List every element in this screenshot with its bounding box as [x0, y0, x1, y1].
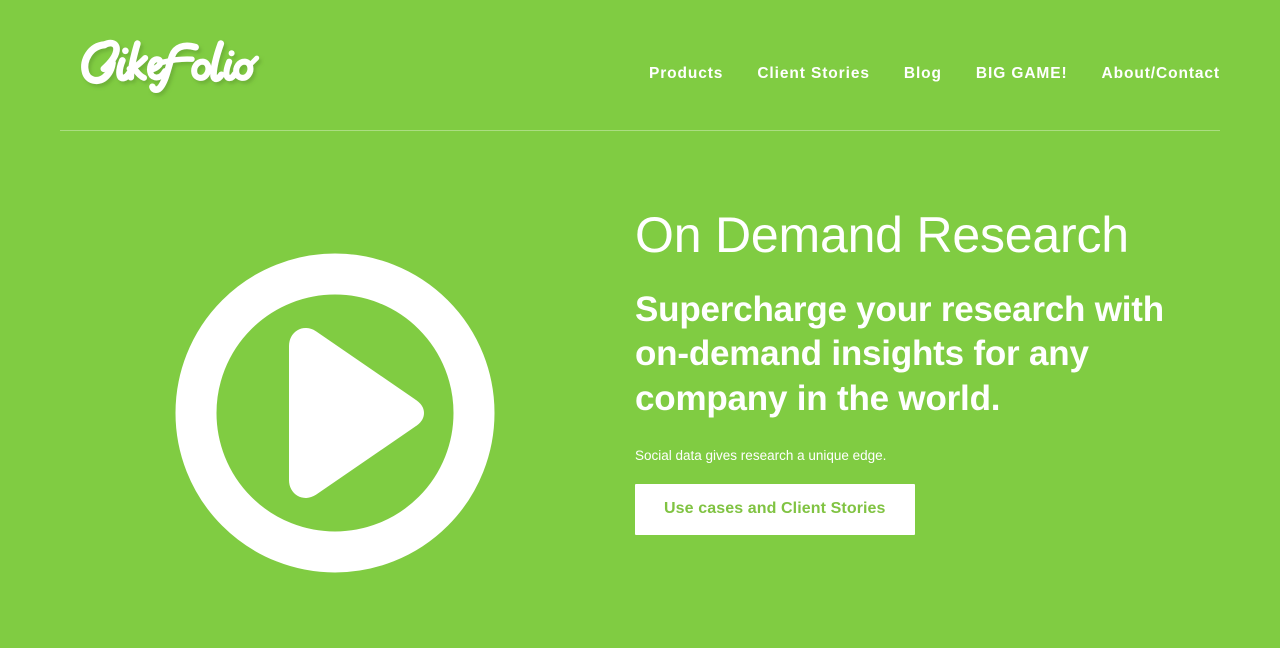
nav-item-about-contact[interactable]: About/Contact — [1085, 62, 1220, 86]
nav-item-client-stories[interactable]: Client Stories — [740, 62, 887, 86]
nav-item-blog[interactable]: Blog — [887, 62, 959, 86]
hero-subcopy: Social data gives research a unique edge… — [635, 448, 887, 464]
primary-navigation: Products Client Stories Blog BIG GAME! A… — [632, 62, 1220, 86]
play-circle-icon — [175, 253, 495, 573]
play-video-button[interactable] — [175, 253, 495, 573]
hero-eyebrow: On Demand Research — [635, 207, 1129, 263]
nav-item-big-game[interactable]: BIG GAME! — [959, 62, 1085, 86]
nav-item-products[interactable]: Products — [632, 62, 740, 86]
use-cases-and-client-stories-button[interactable]: Use cases and Client Stories — [635, 484, 915, 536]
likefolio-script-logo-icon — [81, 39, 260, 94]
hero-copy: On Demand Research Supercharge your rese… — [635, 207, 1235, 536]
hero-headline: Supercharge your research with on-demand… — [635, 290, 1164, 418]
likefolio-logo[interactable] — [78, 33, 260, 95]
hero-section: On Demand Research Supercharge your rese… — [0, 131, 1280, 648]
site-header: Products Client Stories Blog BIG GAME! A… — [0, 0, 1280, 131]
